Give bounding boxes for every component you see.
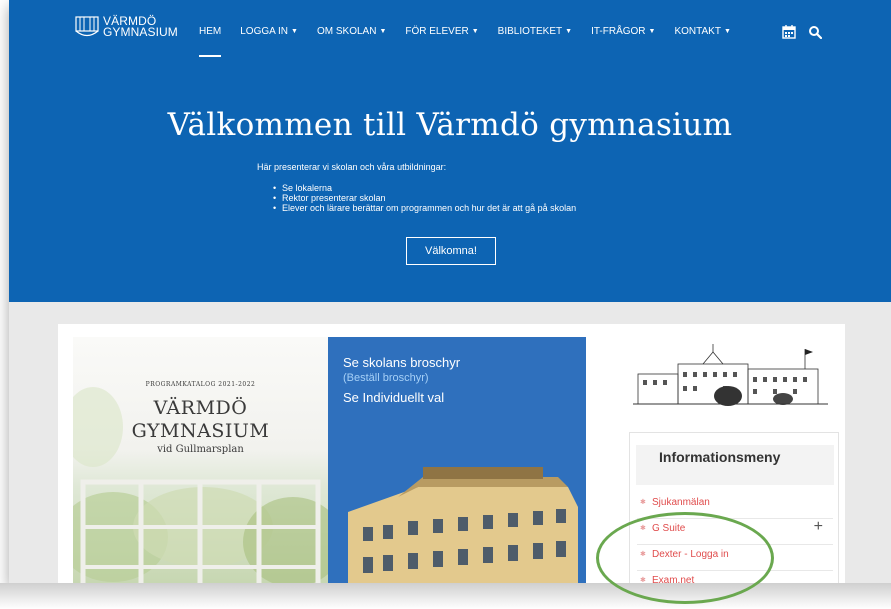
- bullet-icon: ✱: [640, 525, 646, 532]
- expand-plus-icon[interactable]: +: [814, 517, 823, 537]
- info-item-label: Sjukanmälan: [652, 497, 710, 508]
- list-item: Se lokalerna: [273, 183, 576, 193]
- list-item: Rektor presenterar skolan: [273, 193, 576, 203]
- nav-label-kontakt: KONTAKT: [674, 26, 721, 37]
- nav-item-biblioteket[interactable]: BIBLIOTEKET ▼: [498, 0, 572, 64]
- nav-item-logga-in[interactable]: LOGGA IN ▼: [240, 0, 298, 64]
- bullet-icon: ✱: [640, 551, 646, 558]
- brochure-links-panel: Se skolans broschyr (Beställ broschyr) S…: [328, 337, 586, 583]
- top-navbar: VÄRMDÖ GYMNASIUM HEM LOGGA IN ▼ OM SKOLAN…: [9, 0, 891, 64]
- search-icon[interactable]: [808, 25, 822, 39]
- caret-down-icon: ▼: [648, 28, 656, 35]
- school-building-drawing: [633, 344, 828, 406]
- individual-choice-link[interactable]: Se Individuellt val: [343, 390, 444, 405]
- caret-down-icon: ▼: [379, 28, 387, 35]
- nav-label-om-skolan: OM SKOLAN: [316, 26, 377, 37]
- window-illustration: [73, 387, 328, 583]
- logo-emblem-icon: [75, 16, 99, 37]
- caret-down-icon: ▼: [471, 28, 479, 35]
- info-item-dexter[interactable]: ✱ Dexter - Logga in: [637, 545, 833, 571]
- frame-shadow: [0, 583, 891, 609]
- site-logo[interactable]: VÄRMDÖ GYMNASIUM: [75, 15, 178, 39]
- nav-item-it-fragor[interactable]: IT-FRÅGOR ▼: [591, 0, 655, 64]
- nav-item-kontakt[interactable]: KONTAKT ▼: [674, 0, 730, 64]
- valkomna-button[interactable]: Välkomna!: [406, 237, 496, 265]
- hero-intro: Här presenterar vi skolan och våra utbil…: [257, 162, 447, 172]
- content-card: PROGRAMKATALOG 2021-2022 VÄRMDÖ GYMNASIU…: [58, 324, 845, 583]
- nav-label-it-fragor: IT-FRÅGOR: [591, 26, 646, 37]
- nav-item-for-elever[interactable]: FÖR ELEVER ▼: [405, 0, 478, 64]
- nav-label-for-elever: FÖR ELEVER: [405, 26, 469, 37]
- nav-label-hem: HEM: [199, 26, 222, 37]
- info-item-label: Dexter - Logga in: [652, 549, 729, 560]
- caret-down-icon: ▼: [565, 28, 573, 35]
- brochure-catalog-label: PROGRAMKATALOG 2021-2022: [145, 381, 256, 388]
- nav-item-om-skolan[interactable]: OM SKOLAN ▼: [317, 0, 386, 64]
- hero-bullet-list: Se lokalerna Rektor presenterar skolan E…: [273, 183, 576, 213]
- nav-label-biblioteket: BIBLIOTEKET: [497, 26, 563, 37]
- logo-text-line2: GYMNASIUM: [103, 25, 178, 39]
- hero-banner: Välkommen till Värmdö gymnasium Här pres…: [9, 64, 891, 302]
- main-menu: HEM LOGGA IN ▼ OM SKOLAN ▼ FÖR ELEVER ▼ BIB…: [199, 0, 750, 64]
- info-item-exam-net[interactable]: ✱ Exam.net: [637, 571, 833, 583]
- caret-down-icon: ▼: [291, 28, 298, 35]
- nav-icon-group: [782, 25, 822, 39]
- brochure-title-line2: GYMNASIUM: [131, 420, 270, 442]
- info-menu-list: ✱ Sjukanmälan ✱ G Suite + ✱ Dexter - Log…: [637, 493, 833, 583]
- info-item-label: G Suite: [652, 523, 686, 534]
- info-item-sjukanmalan[interactable]: ✱ Sjukanmälan: [637, 493, 833, 519]
- brochure-link[interactable]: Se skolans broschyr: [343, 355, 460, 370]
- calendar-icon[interactable]: [782, 25, 796, 39]
- info-menu-title: Informationsmeny: [659, 449, 781, 465]
- info-item-label: Exam.net: [652, 575, 695, 583]
- nav-label-logga-in: LOGGA IN: [240, 26, 289, 37]
- browser-screenshot: VÄRMDÖ GYMNASIUM HEM LOGGA IN ▼ OM SKOLAN…: [9, 0, 891, 583]
- list-item: Elever och lärare berättar om programmen…: [273, 203, 576, 213]
- caret-down-icon: ▼: [723, 28, 731, 35]
- brochure-cover-image[interactable]: PROGRAMKATALOG 2021-2022 VÄRMDÖ GYMNASIU…: [73, 337, 328, 583]
- info-item-g-suite[interactable]: ✱ G Suite +: [637, 517, 833, 545]
- information-menu: Informationsmeny ✱ Sjukanmälan ✱ G Suite…: [629, 432, 839, 583]
- hero-title: Välkommen till Värmdö gymnasium: [167, 107, 733, 143]
- order-brochure-link[interactable]: (Beställ broschyr): [343, 372, 429, 384]
- brochure-subtitle: vid Gullmarsplan: [157, 444, 244, 455]
- nav-item-hem[interactable]: HEM: [199, 0, 222, 64]
- brochure-title-line1: VÄRMDÖ: [153, 397, 248, 419]
- bullet-icon: ✱: [640, 499, 646, 506]
